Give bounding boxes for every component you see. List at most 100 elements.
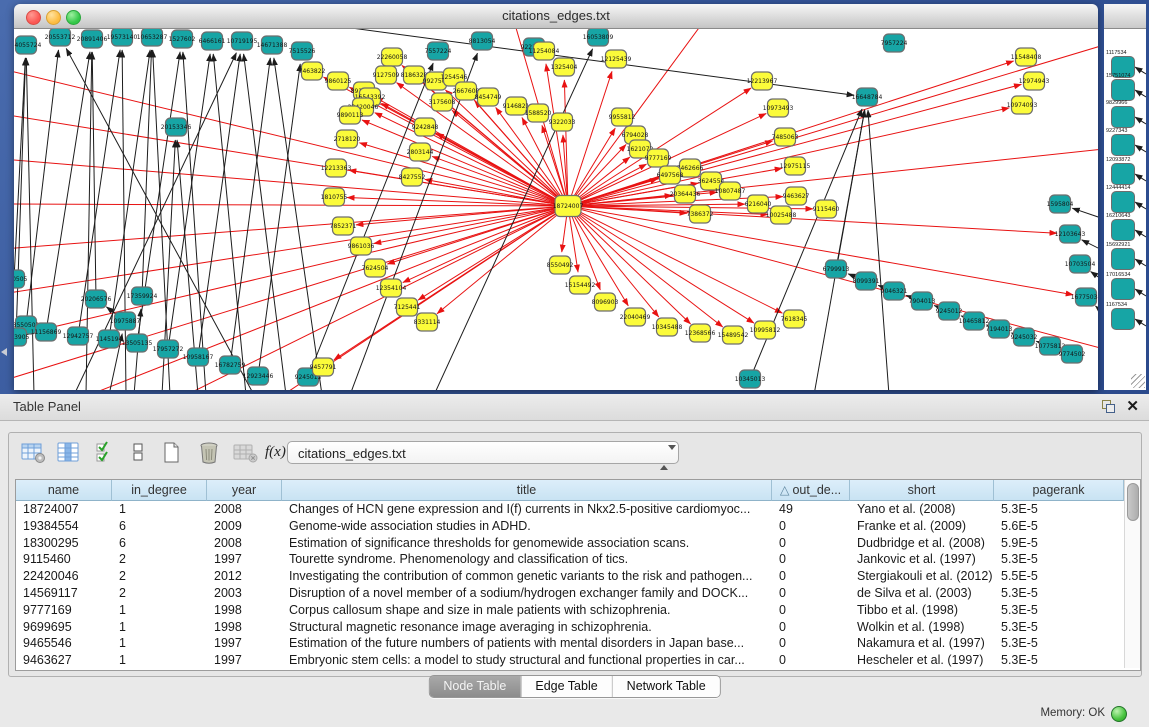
graph-node-label: 7957224 bbox=[881, 40, 908, 47]
table-cell: Estimation of significance thresholds fo… bbox=[282, 535, 772, 552]
graph-node-label: 1810755 bbox=[321, 194, 348, 201]
graph-node-label: 8331114 bbox=[414, 319, 441, 326]
table-cell: 6 bbox=[112, 535, 207, 552]
graph-node-label: 7624504 bbox=[362, 265, 389, 272]
table-cell: 0 bbox=[772, 602, 850, 619]
resize-grip[interactable] bbox=[1131, 374, 1145, 388]
splitter-collapse-left[interactable] bbox=[1, 348, 7, 356]
tab-edge-table[interactable]: Edge Table bbox=[520, 676, 611, 697]
table-cell: Embryonic stem cells: a model to study s… bbox=[282, 652, 772, 669]
tab-node-table[interactable]: Node Table bbox=[429, 676, 520, 697]
table-cell: 2 bbox=[112, 585, 207, 602]
table-cell: 1 bbox=[112, 652, 207, 669]
table-row[interactable]: 1830029562008Estimation of significance … bbox=[16, 535, 1124, 552]
graph-node[interactable] bbox=[1111, 248, 1135, 270]
table-row[interactable]: 977716911998Corpus callosum shape and si… bbox=[16, 602, 1124, 619]
graph-node-label: 1117534 bbox=[1106, 50, 1127, 56]
graph-node-label: 7194013 bbox=[986, 326, 1013, 333]
graph-node-label: 9046321 bbox=[881, 288, 908, 295]
column-header-year[interactable]: year bbox=[207, 480, 282, 501]
background-window-fragment[interactable]: 1117534157510749829966922734312093872124… bbox=[1104, 4, 1146, 390]
graph-node-label: 7852371 bbox=[330, 223, 357, 230]
delete-trash-icon[interactable] bbox=[197, 441, 225, 467]
table-settings-icon[interactable] bbox=[21, 441, 49, 467]
table-row[interactable]: 946362711997Embryonic stem cells: a mode… bbox=[16, 652, 1124, 669]
graph-node-label: 20891406 bbox=[77, 36, 108, 43]
graph-node-label: 9777169 bbox=[645, 155, 672, 162]
memory-status-indicator[interactable] bbox=[1111, 706, 1127, 722]
table-row[interactable]: 2242004622012Investigating the contribut… bbox=[16, 568, 1124, 585]
table-row[interactable]: 946554611997Estimation of the future num… bbox=[16, 635, 1124, 652]
background-window-titlebar[interactable] bbox=[1104, 4, 1146, 29]
graph-node[interactable] bbox=[1111, 163, 1135, 185]
column-header-short[interactable]: short bbox=[850, 480, 994, 501]
graph-node-label: 2820505 bbox=[14, 276, 28, 283]
table-cell: 9699695 bbox=[16, 619, 112, 636]
graph-node-label: 7557224 bbox=[425, 48, 452, 55]
graph-node-label: 1588520 bbox=[525, 110, 552, 117]
table-cell: de Silva et al. (2003) bbox=[850, 585, 994, 602]
row-height-icon[interactable] bbox=[129, 441, 157, 467]
new-table-icon[interactable] bbox=[161, 441, 189, 467]
network-window[interactable]: citations_edges.txt 14055724205537122089… bbox=[14, 4, 1098, 390]
column-header-name[interactable]: name bbox=[16, 480, 112, 501]
graph-node-label: 10975887 bbox=[110, 318, 141, 325]
background-window-canvas[interactable]: 1117534157510749829966922734312093872124… bbox=[1104, 29, 1146, 390]
graph-node[interactable] bbox=[1111, 191, 1135, 213]
graph-node-label: 10995812 bbox=[750, 327, 781, 334]
table-row[interactable]: 969969511998Structural magnetic resonanc… bbox=[16, 619, 1124, 636]
graph-node[interactable] bbox=[1111, 79, 1135, 101]
column-header-pagerank[interactable]: pagerank bbox=[994, 480, 1124, 501]
graph-node-label: 15154492 bbox=[565, 282, 596, 289]
graph-node-label: 22040469 bbox=[620, 314, 651, 321]
table-cell: 2012 bbox=[207, 568, 282, 585]
float-panel-icon[interactable] bbox=[1102, 400, 1115, 413]
scrollbar-thumb[interactable] bbox=[1127, 483, 1139, 521]
table-row[interactable]: 1938455462009Genome-wide association stu… bbox=[16, 518, 1124, 535]
graph-node-label: 9955812 bbox=[609, 114, 636, 121]
graph-node[interactable] bbox=[1111, 219, 1135, 241]
column-header-out_de[interactable]: △out_de... bbox=[772, 480, 850, 501]
table-header-row[interactable]: namein_degreeyeartitle△out_de...shortpag… bbox=[16, 480, 1124, 501]
vertical-scrollbar[interactable] bbox=[1124, 480, 1140, 668]
graph-node[interactable] bbox=[1111, 278, 1135, 300]
table-cell: 5.3E-5 bbox=[994, 551, 1124, 568]
window-titlebar[interactable]: citations_edges.txt bbox=[14, 4, 1098, 29]
table-cell: 5.6E-5 bbox=[994, 518, 1124, 535]
table-panel-header: Table Panel ✕ bbox=[0, 394, 1149, 421]
table-toolbar: f(x) citations_edges.txt bbox=[15, 439, 1135, 471]
table-cell: 9463627 bbox=[16, 652, 112, 669]
graph-node[interactable] bbox=[1111, 106, 1135, 128]
graph-node-label: 17957272 bbox=[153, 346, 184, 353]
table-row[interactable]: 911546021997Tourette syndrome. Phenomeno… bbox=[16, 551, 1124, 568]
table-body[interactable]: 1872400712008Changes of HCN gene express… bbox=[16, 501, 1124, 669]
graph-node-label: 11548408 bbox=[1011, 54, 1042, 61]
graph-node[interactable] bbox=[1111, 134, 1135, 156]
graph-node-label: 9457791 bbox=[310, 364, 337, 371]
column-header-title[interactable]: title bbox=[282, 480, 772, 501]
table-row[interactable]: 1872400712008Changes of HCN gene express… bbox=[16, 501, 1124, 518]
graph-node-label: 7386372 bbox=[687, 211, 714, 218]
column-chooser-icon[interactable] bbox=[57, 441, 85, 467]
attribute-table: namein_degreeyeartitle△out_de...shortpag… bbox=[15, 479, 1141, 671]
graph-node-label: 10025488 bbox=[766, 212, 797, 219]
table-cell: 2009 bbox=[207, 518, 282, 535]
graph-node-label: 12103643 bbox=[1055, 231, 1086, 238]
table-cell: 2003 bbox=[207, 585, 282, 602]
graph-node-label: 15489542 bbox=[718, 332, 749, 339]
graph-node-label: 16782759 bbox=[215, 362, 246, 369]
column-header-in_degree[interactable]: in_degree bbox=[112, 480, 207, 501]
graph-node-label: 10465812 bbox=[959, 318, 990, 325]
network-canvas[interactable]: 1405572420553712208914061957314010653287… bbox=[14, 29, 1098, 390]
tab-network-table[interactable]: Network Table bbox=[612, 676, 720, 697]
selection-mode-icon[interactable] bbox=[95, 441, 123, 467]
table-select-dropdown[interactable]: citations_edges.txt bbox=[287, 441, 679, 464]
network-graph[interactable]: 1405572420553712208914061957314010653287… bbox=[14, 29, 1098, 390]
table-cell: Disruption of a novel member of a sodium… bbox=[282, 585, 772, 602]
table-row[interactable]: 1456911722003Disruption of a novel membe… bbox=[16, 585, 1124, 602]
graph-node[interactable] bbox=[1111, 308, 1135, 330]
table-cell: Corpus callosum shape and size in male p… bbox=[282, 602, 772, 619]
close-panel-icon[interactable]: ✕ bbox=[1126, 397, 1139, 415]
table-cell: 0 bbox=[772, 619, 850, 636]
graph-node-label: 20153346 bbox=[161, 124, 192, 131]
